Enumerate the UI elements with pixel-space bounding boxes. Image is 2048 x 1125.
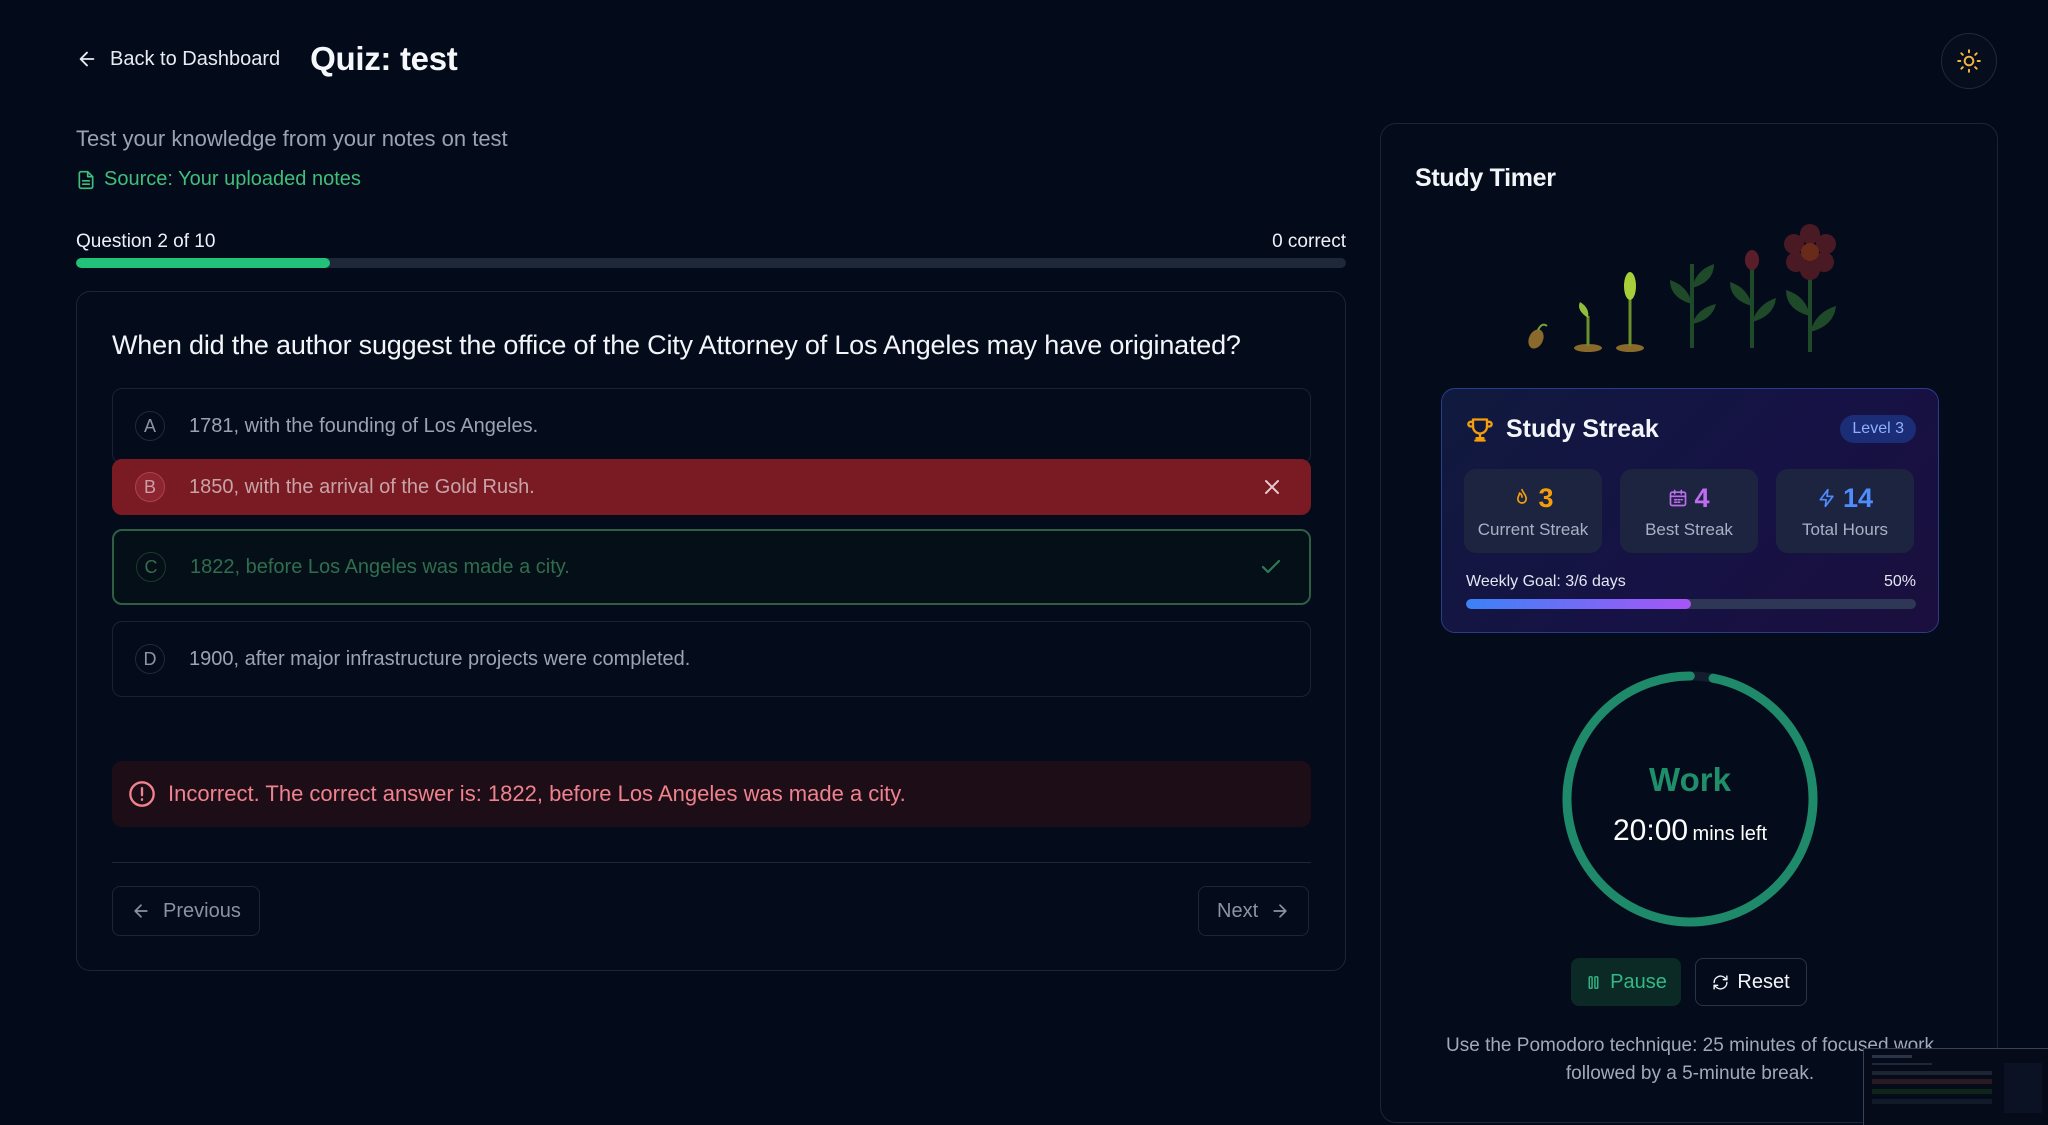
refresh-icon: [1713, 974, 1728, 990]
plant-growth-illustration: [1528, 224, 1836, 352]
weekly-goal-row: Weekly Goal: 3/6 days 50%: [1466, 573, 1916, 591]
alert-circle-icon: [129, 781, 155, 807]
flower-icon: [1784, 224, 1836, 352]
timer-ring: [1562, 671, 1818, 927]
weekly-goal-label: Weekly Goal: 3/6 days: [1466, 573, 1626, 590]
timer-ring-progress: [1562, 671, 1818, 927]
source-label: Source: Your uploaded notes: [104, 168, 361, 190]
study-streak-card: Study Streak Level 3 3 Current Streak 4 …: [1441, 388, 1939, 633]
seedling-icon: [1616, 272, 1644, 352]
arrow-left-icon: [79, 51, 95, 67]
level-badge: Level 3: [1840, 415, 1916, 443]
sprout-icon: [1574, 302, 1602, 352]
previous-label: Previous: [163, 899, 241, 922]
lightning-icon: [1819, 488, 1834, 508]
stat-value: 14: [1842, 482, 1874, 513]
weekly-goal-percent: 50%: [1883, 573, 1916, 590]
best-streak-stat: 4 Best Streak: [1620, 469, 1758, 553]
seed-icon: [1528, 323, 1548, 349]
source-note: Source: Your uploaded notes: [76, 168, 361, 191]
back-to-dashboard-button[interactable]: Back to Dashboard: [76, 48, 280, 71]
feedback-message: Incorrect. The correct answer is: 1822, …: [112, 761, 1311, 827]
option-letter: A: [135, 411, 165, 441]
calendar-icon: [1670, 489, 1687, 507]
streak-header: Study Streak: [1466, 415, 1659, 444]
timer-title: Study Timer: [1415, 164, 1556, 192]
option-text: 1781, with the founding of Los Angeles.: [189, 414, 539, 437]
reset-label: Reset: [1737, 970, 1790, 993]
quiz-subtitle: Test your knowledge from your notes on t…: [76, 126, 508, 151]
option-a[interactable]: A 1781, with the founding of Los Angeles…: [112, 388, 1311, 464]
correct-counter: 0 correct: [1272, 231, 1346, 252]
pause-label: Pause: [1610, 970, 1667, 993]
next-button[interactable]: Next: [1198, 886, 1310, 936]
streak-title: Study Streak: [1506, 415, 1659, 443]
pause-icon: [1588, 975, 1599, 989]
option-d[interactable]: D 1900, after major infrastructure proje…: [112, 621, 1311, 697]
question-text: When did the author suggest the office o…: [112, 330, 1241, 360]
current-streak-stat: 3 Current Streak: [1464, 469, 1602, 553]
thumbnail-preview-image: [1864, 1049, 2048, 1125]
page-title: Quiz: test: [310, 40, 458, 77]
timer-mode: Work: [1649, 761, 1731, 798]
quiz-progress-fill: [76, 258, 330, 268]
divider: [112, 862, 1311, 863]
stat-value: 3: [1538, 482, 1554, 513]
bud-plant-icon: [1730, 250, 1776, 348]
option-text: 1900, after major infrastructure project…: [189, 647, 691, 670]
question-counter: Question 2 of 10: [76, 231, 216, 252]
timer-readout: 20:00 mins left: [1560, 814, 1820, 848]
timer-suffix: mins left: [1692, 823, 1767, 845]
arrow-left-icon: [134, 904, 148, 918]
quiz-card: When did the author suggest the office o…: [76, 291, 1346, 971]
feedback-text: Incorrect. The correct answer is: 1822, …: [168, 781, 906, 806]
option-letter: B: [135, 472, 165, 502]
screenshot-thumbnail[interactable]: [1863, 1048, 2048, 1125]
timer-time: 20:00: [1613, 814, 1689, 847]
arrow-right-icon: [1273, 904, 1287, 918]
stat-label: Current Streak: [1477, 519, 1589, 539]
next-label: Next: [1217, 899, 1259, 922]
option-letter: D: [135, 644, 165, 674]
trophy-icon: [1467, 417, 1493, 442]
option-b[interactable]: B 1850, with the arrival of the Gold Rus…: [112, 459, 1311, 515]
flame-icon: [1517, 488, 1528, 504]
option-c[interactable]: C 1822, before Los Angeles was made a ci…: [112, 529, 1311, 605]
progress-labels: Question 2 of 10 0 correct: [76, 231, 1346, 253]
weekly-goal-fill: [1466, 599, 1691, 609]
previous-button[interactable]: Previous: [112, 886, 260, 936]
pause-button[interactable]: Pause: [1571, 958, 1681, 1006]
quiz-progress-bar: [76, 258, 1346, 268]
stat-value: 4: [1694, 482, 1710, 513]
study-timer-panel: Study Timer Study Streak Level 3 3 Curre…: [1380, 123, 1998, 1123]
theme-toggle-button[interactable]: [1941, 33, 1997, 89]
total-hours-stat: 14 Total Hours: [1776, 469, 1914, 553]
back-label: Back to Dashboard: [110, 47, 281, 70]
reset-button[interactable]: Reset: [1695, 958, 1807, 1006]
close-icon: [1265, 480, 1279, 494]
option-letter: C: [136, 552, 166, 582]
young-plant-icon: [1670, 264, 1716, 348]
stat-label: Best Streak: [1645, 519, 1733, 539]
option-text: 1850, with the arrival of the Gold Rush.: [189, 475, 535, 498]
stat-label: Total Hours: [1802, 519, 1888, 539]
weekly-goal-bar: [1466, 599, 1916, 609]
checkmark-icon: [1261, 559, 1281, 574]
sun-icon: [1957, 49, 1981, 73]
document-icon: [78, 170, 94, 189]
option-text: 1822, before Los Angeles was made a city…: [190, 555, 570, 578]
header: Back to Dashboard Quiz: test: [76, 40, 458, 78]
